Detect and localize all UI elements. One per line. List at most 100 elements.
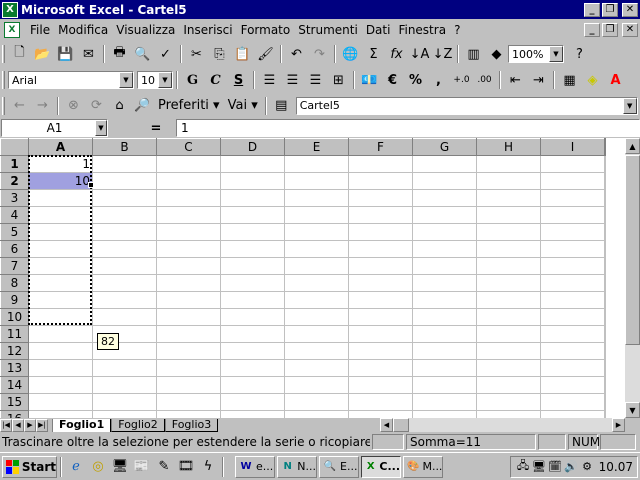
taskbar-item-netscape[interactable]: N N... [277,455,317,478]
cell-a7[interactable] [28,257,93,275]
cell-f15[interactable] [348,393,413,411]
scheduler-icon[interactable]: 🗓 [547,460,563,473]
menu-file[interactable]: File [26,23,54,37]
cell-a6[interactable] [28,240,93,258]
cell-b7[interactable] [92,257,157,275]
cell-i6[interactable] [540,240,605,258]
cell-a15[interactable] [28,393,93,411]
cell-d2[interactable] [220,172,285,190]
drawing-icon[interactable]: ◆ [485,43,508,65]
favorites-menu[interactable]: Preferiti ▾ [154,95,224,117]
cell-a1[interactable]: 1 [28,155,93,173]
row-header-13[interactable]: 13 [0,359,29,377]
cell-a16[interactable] [28,410,93,418]
function-icon[interactable]: fx [385,43,408,65]
cell-g10[interactable] [412,308,477,326]
chevron-down-icon[interactable]: ▼ [95,120,107,136]
cell-d5[interactable] [220,223,285,241]
stop-icon[interactable]: ⊗ [62,95,85,117]
cell-h13[interactable] [476,359,541,377]
cell-d11[interactable] [220,325,285,343]
euro-button[interactable]: € [381,69,404,91]
cell-g1[interactable] [412,155,477,173]
cell-h7[interactable] [476,257,541,275]
close-button[interactable]: ✕ [622,2,638,17]
undo-icon[interactable]: ↶ [285,43,308,65]
cell-h12[interactable] [476,342,541,360]
menu-strumenti[interactable]: Strumenti [294,23,362,37]
chevron-down-icon[interactable]: ▼ [158,72,172,88]
row-header-5[interactable]: 5 [0,223,29,241]
cell-c16[interactable] [156,410,221,418]
cell-c10[interactable] [156,308,221,326]
cell-e11[interactable] [284,325,349,343]
cell-b1[interactable] [92,155,157,173]
cell-i1[interactable] [540,155,605,173]
scroll-down-icon[interactable]: ▼ [625,402,640,418]
worksheet-grid[interactable]: ABCDEFGHI11210345678910111213141516 82 [0,138,625,418]
doc-close-button[interactable]: ✕ [622,23,638,37]
menu-formato[interactable]: Formato [237,23,295,37]
cell-e8[interactable] [284,274,349,292]
cell-j4[interactable] [604,206,606,224]
taskbar-item-word[interactable]: W e... [235,455,275,478]
cell-e6[interactable] [284,240,349,258]
cell-c14[interactable] [156,376,221,394]
cell-d3[interactable] [220,189,285,207]
cell-f12[interactable] [348,342,413,360]
menu-help[interactable]: ? [450,23,464,37]
cell-d4[interactable] [220,206,285,224]
monitor-icon[interactable]: 🖥 [531,460,547,473]
cell-g15[interactable] [412,393,477,411]
cell-g2[interactable] [412,172,477,190]
copy-icon[interactable]: ⎘ [208,43,231,65]
bold-button[interactable]: G [181,69,204,91]
cell-j14[interactable] [604,376,606,394]
doc-restore-button[interactable]: ❐ [602,23,618,37]
menu-visualizza[interactable]: Visualizza [112,23,179,37]
cell-e4[interactable] [284,206,349,224]
forward-icon[interactable]: → [31,95,54,117]
cell-g4[interactable] [412,206,477,224]
media-icon[interactable]: 🎞 [175,456,197,478]
font-size-select[interactable]: 10 ▼ [137,71,173,89]
notepad-icon[interactable]: ✎ [153,456,175,478]
cell-f9[interactable] [348,291,413,309]
cell-d7[interactable] [220,257,285,275]
cell-c11[interactable] [156,325,221,343]
sort-descending-icon[interactable]: ↓Z [431,43,454,65]
home-icon[interactable]: ⌂ [108,95,131,117]
cell-j3[interactable] [604,189,606,207]
cell-f7[interactable] [348,257,413,275]
menu-finestra[interactable]: Finestra [394,23,450,37]
search-web-icon[interactable]: 🔎 [131,95,154,117]
cell-i15[interactable] [540,393,605,411]
print-preview-icon[interactable]: 🔍 [131,43,154,65]
hyperlink-icon[interactable]: 🌐 [339,43,362,65]
cell-g7[interactable] [412,257,477,275]
cell-c7[interactable] [156,257,221,275]
prev-sheet-icon[interactable]: ◀ [12,418,24,432]
comma-style-icon[interactable]: , [427,69,450,91]
cell-h10[interactable] [476,308,541,326]
fill-color-icon[interactable]: ◈ [581,69,604,91]
cell-f14[interactable] [348,376,413,394]
row-header-7[interactable]: 7 [0,257,29,275]
cell-g8[interactable] [412,274,477,292]
horizontal-scrollbar[interactable]: ◀ ▶ [380,418,625,432]
cell-i2[interactable] [540,172,605,190]
channels-icon[interactable]: 📰 [131,456,153,478]
tab-foglio1[interactable]: Foglio1 [52,418,112,432]
cell-c5[interactable] [156,223,221,241]
cell-j5[interactable] [604,223,606,241]
scroll-up-icon[interactable]: ▲ [625,138,640,154]
cell-a11[interactable] [28,325,93,343]
cell-b8[interactable] [92,274,157,292]
taskbar-item-excel[interactable]: X C... [361,455,401,478]
align-right-icon[interactable]: ☰ [304,69,327,91]
toolbar-grip[interactable] [2,96,5,115]
cell-c3[interactable] [156,189,221,207]
cell-a12[interactable] [28,342,93,360]
scroll-left-icon[interactable]: ◀ [380,418,393,432]
help-icon[interactable]: ? [568,43,591,65]
